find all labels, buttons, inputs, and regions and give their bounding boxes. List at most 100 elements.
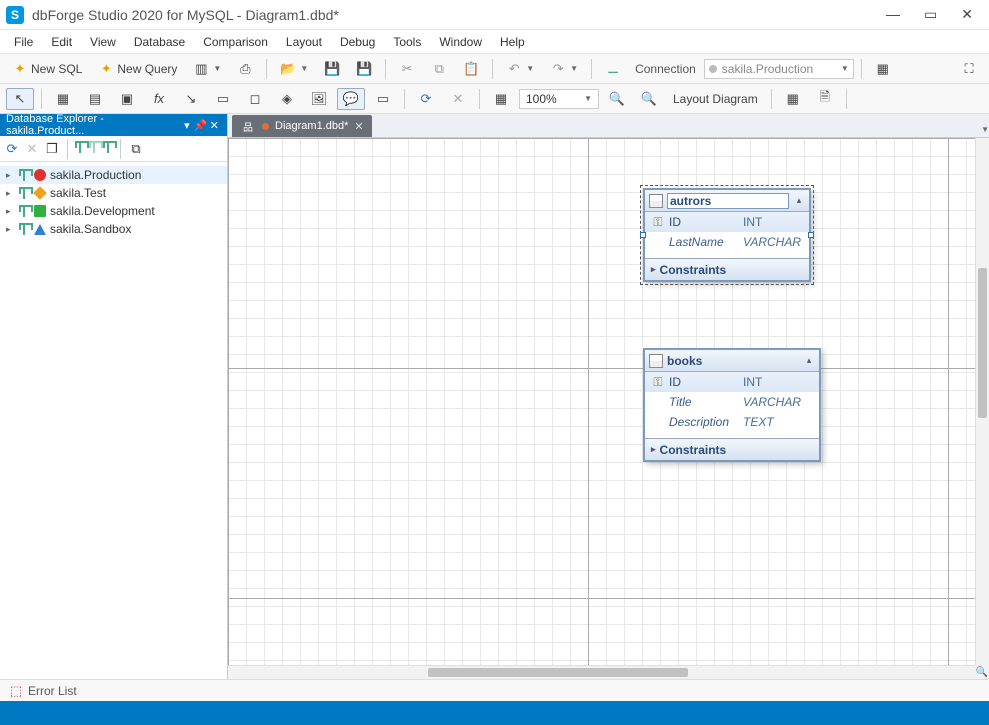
panel-refresh-button[interactable]: ⟳ [4,141,20,157]
zoom-in-button[interactable]: 🔍 [603,88,631,110]
tb-cut-button[interactable]: ✂ [393,58,421,80]
window-position-icon[interactable]: ▾ [180,119,194,132]
tree-item-sakila-Sandbox[interactable]: ▸ sakila.Sandbox [0,220,227,238]
panel-windows-button[interactable]: ❐ [44,141,60,157]
entity-header[interactable]: books ▴ [645,350,819,372]
vertical-scrollbar[interactable] [975,138,989,665]
expand-icon[interactable]: ▸ [6,170,14,181]
tb-open-dropdown[interactable]: 📂▼ [274,58,314,80]
tb-undo-button[interactable]: ↶▼ [500,58,540,80]
menu-help[interactable]: Help [492,32,533,52]
menu-debug[interactable]: Debug [332,32,383,52]
entity-books[interactable]: books ▴ ⚿ ID INT Title VARCHAR Descripti… [643,348,821,462]
region-tool[interactable]: ▭ [369,88,397,110]
refresh-diagram-button[interactable]: ⟳ [412,88,440,110]
table-tool[interactable]: ▦ [49,88,77,110]
shape1-tool[interactable]: ◻ [241,88,269,110]
collapse-icon[interactable]: ▴ [793,195,805,207]
tb-copy-button[interactable]: ⧉ [425,58,453,80]
panel-conn3-button[interactable] [103,141,113,156]
panel-close-icon[interactable]: ✕ [207,119,221,132]
entity-name[interactable]: autrors [667,193,789,209]
panel-conn2-button[interactable] [89,141,99,156]
scroll-thumb[interactable] [428,668,688,677]
constraints-section[interactable]: ▸ Constraints [645,438,819,460]
menu-file[interactable]: File [6,32,41,52]
menu-layout[interactable]: Layout [278,32,330,52]
entity-name[interactable]: books [667,354,799,368]
pin-icon[interactable]: 📌 [194,119,208,132]
selection-handle[interactable] [640,232,646,238]
column-row[interactable]: ⚿ ID INT [645,212,809,232]
tb-fullscreen-button[interactable]: ⛶ [955,58,983,80]
page-button[interactable]: 🗎 [811,88,839,110]
scroll-thumb[interactable] [978,268,987,418]
maximize-button[interactable]: ▭ [924,6,937,23]
connection-combo[interactable]: sakila.Production ▼ [704,59,854,79]
func-tool[interactable]: fx [145,88,173,110]
canvas-search-icon[interactable]: 🔍 [975,665,989,679]
tab-overflow-button[interactable]: ▼ [980,121,989,135]
panel-copy-button[interactable]: ⧉ [128,141,144,157]
tb-save-all-button[interactable]: 💾 [350,58,378,80]
menu-tools[interactable]: Tools [385,32,429,52]
expand-icon[interactable]: ▸ [651,444,656,455]
panel-conn1-button[interactable] [75,141,85,156]
entity-autrors[interactable]: autrors ▴ ⚿ ID INT LastName VARCHAR ▸ Co… [643,188,811,282]
tree-item-sakila-Development[interactable]: ▸ sakila.Development [0,202,227,220]
expand-icon[interactable]: ▸ [651,264,656,275]
grid-button[interactable]: ▦ [487,88,515,110]
expand-icon[interactable]: ▸ [6,188,14,199]
view-tool[interactable]: ▤ [81,88,109,110]
panel-delete-button[interactable]: ✕ [24,141,40,157]
collapse-icon[interactable]: ▴ [803,355,815,367]
stamp-tool[interactable]: ◈ [273,88,301,110]
proc-tool[interactable]: ▣ [113,88,141,110]
new-sql-button[interactable]: ✦ New SQL [6,58,88,80]
menu-view[interactable]: View [82,32,124,52]
tb-paste-button[interactable]: 📋 [457,58,485,80]
zoom-combo[interactable]: 100% ▼ [519,89,599,109]
note-tool[interactable]: 💬 [337,88,365,110]
stamp-icon: ◈ [279,91,295,107]
tab-close-icon[interactable]: ✕ [354,120,363,133]
tb-schema-button[interactable]: ▦ [869,58,897,80]
unsaved-indicator-icon [262,123,269,130]
menu-database[interactable]: Database [126,32,193,52]
tb-redo-button[interactable]: ↷▼ [544,58,584,80]
pointer-tool[interactable]: ↖ [6,88,34,110]
panel-header[interactable]: Database Explorer - sakila.Product... ▾ … [0,114,227,136]
tb-save-button[interactable]: 💾 [318,58,346,80]
close-button[interactable]: ✕ [961,6,973,23]
column-row[interactable]: ⚿ ID INT [645,372,819,392]
horizontal-scrollbar[interactable] [228,665,975,679]
delete-button[interactable]: ✕ [444,88,472,110]
image-tool[interactable]: 🖼 [305,88,333,110]
relation-tool[interactable]: ↘ [177,88,205,110]
tb-doc-dropdown[interactable]: ▥▼ [187,58,227,80]
column-row[interactable]: Description TEXT [645,412,819,432]
zoom-out-button[interactable]: 🔍 [635,88,663,110]
minimize-button[interactable]: — [886,6,900,23]
constraints-section[interactable]: ▸ Constraints [645,258,809,280]
tb-print-button[interactable]: ⎙ [231,58,259,80]
entity-header[interactable]: autrors ▴ [645,190,809,212]
document-tab[interactable]: 品 Diagram1.dbd* ✕ [232,115,372,137]
column-row[interactable]: Title VARCHAR [645,392,819,412]
tb-connection-icon[interactable]: ⚊ [599,58,627,80]
tree-item-sakila-Production[interactable]: ▸ sakila.Production [0,166,227,184]
expand-icon[interactable]: ▸ [6,206,14,217]
new-query-button[interactable]: ✦ New Query [92,58,183,80]
menu-window[interactable]: Window [431,32,490,52]
menu-edit[interactable]: Edit [43,32,80,52]
container-tool[interactable]: ▭ [209,88,237,110]
export-button[interactable]: ▦ [779,88,807,110]
expand-icon[interactable]: ▸ [6,224,14,235]
diagram-canvas[interactable]: autrors ▴ ⚿ ID INT LastName VARCHAR ▸ Co… [228,138,975,665]
tree-item-sakila-Test[interactable]: ▸ sakila.Test [0,184,227,202]
column-row[interactable]: LastName VARCHAR [645,232,809,252]
selection-handle[interactable] [808,232,814,238]
error-list-panel[interactable]: ⬚ Error List [0,679,989,701]
layout-diagram-button[interactable]: Layout Diagram [667,89,764,109]
menu-comparison[interactable]: Comparison [195,32,276,52]
